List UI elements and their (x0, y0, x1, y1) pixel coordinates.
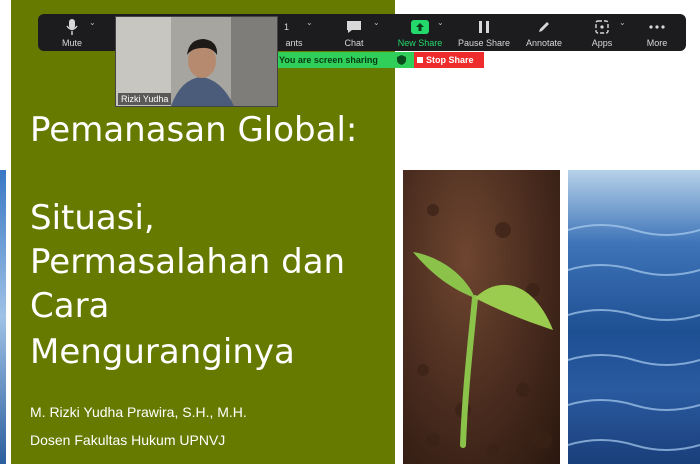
slide-title-line-5: Menguranginya (30, 332, 295, 372)
slide-title-line-1: Pemanasan Global: (30, 110, 358, 150)
participant-name: Rizki Yudha (118, 93, 172, 105)
more-dots-icon (649, 25, 665, 29)
apps-icon (595, 20, 609, 34)
sprout-photo (403, 170, 560, 464)
sprout-illustration (413, 204, 553, 456)
more-button[interactable]: More (627, 14, 687, 51)
microphone-icon (66, 19, 78, 35)
more-label: More (646, 38, 668, 48)
slide-title-line-4: Cara (30, 286, 110, 326)
chat-icon (347, 21, 361, 33)
participants-count: 1 (284, 22, 290, 32)
stop-share-button[interactable]: Stop Share (414, 52, 484, 68)
participants-options-caret[interactable]: ⌄ (306, 18, 313, 27)
new-share-options-caret[interactable]: ⌄ (437, 18, 444, 27)
pencil-icon (539, 22, 549, 32)
pause-icon (479, 21, 489, 33)
shield-icon (397, 55, 406, 65)
stop-square-icon (417, 57, 423, 63)
screen-sharing-indicator: You are screen sharing (276, 52, 414, 68)
slide-author: M. Rizki Yudha Prawira, S.H., M.H. (30, 404, 247, 420)
participant-video-tile[interactable]: Rizki Yudha (115, 16, 278, 107)
chat-options-caret[interactable]: ⌄ (373, 18, 380, 27)
left-edge-image-strip (0, 170, 6, 464)
stop-share-label: Stop Share (426, 55, 474, 65)
slide-title-line-2: Situasi, (30, 198, 155, 238)
water-waves-illustration (568, 224, 700, 451)
share-arrow-icon (411, 20, 429, 34)
apps-options-caret[interactable]: ⌄ (619, 18, 626, 27)
slide-affiliation: Dosen Fakultas Hukum UPNVJ (30, 432, 226, 448)
slide-title-line-3: Permasalahan dan (30, 242, 346, 282)
screen-sharing-status: You are screen sharing (279, 55, 378, 65)
water-photo (568, 170, 700, 464)
mute-label: Mute (61, 38, 82, 48)
mute-options-caret[interactable]: ⌄ (89, 18, 96, 27)
